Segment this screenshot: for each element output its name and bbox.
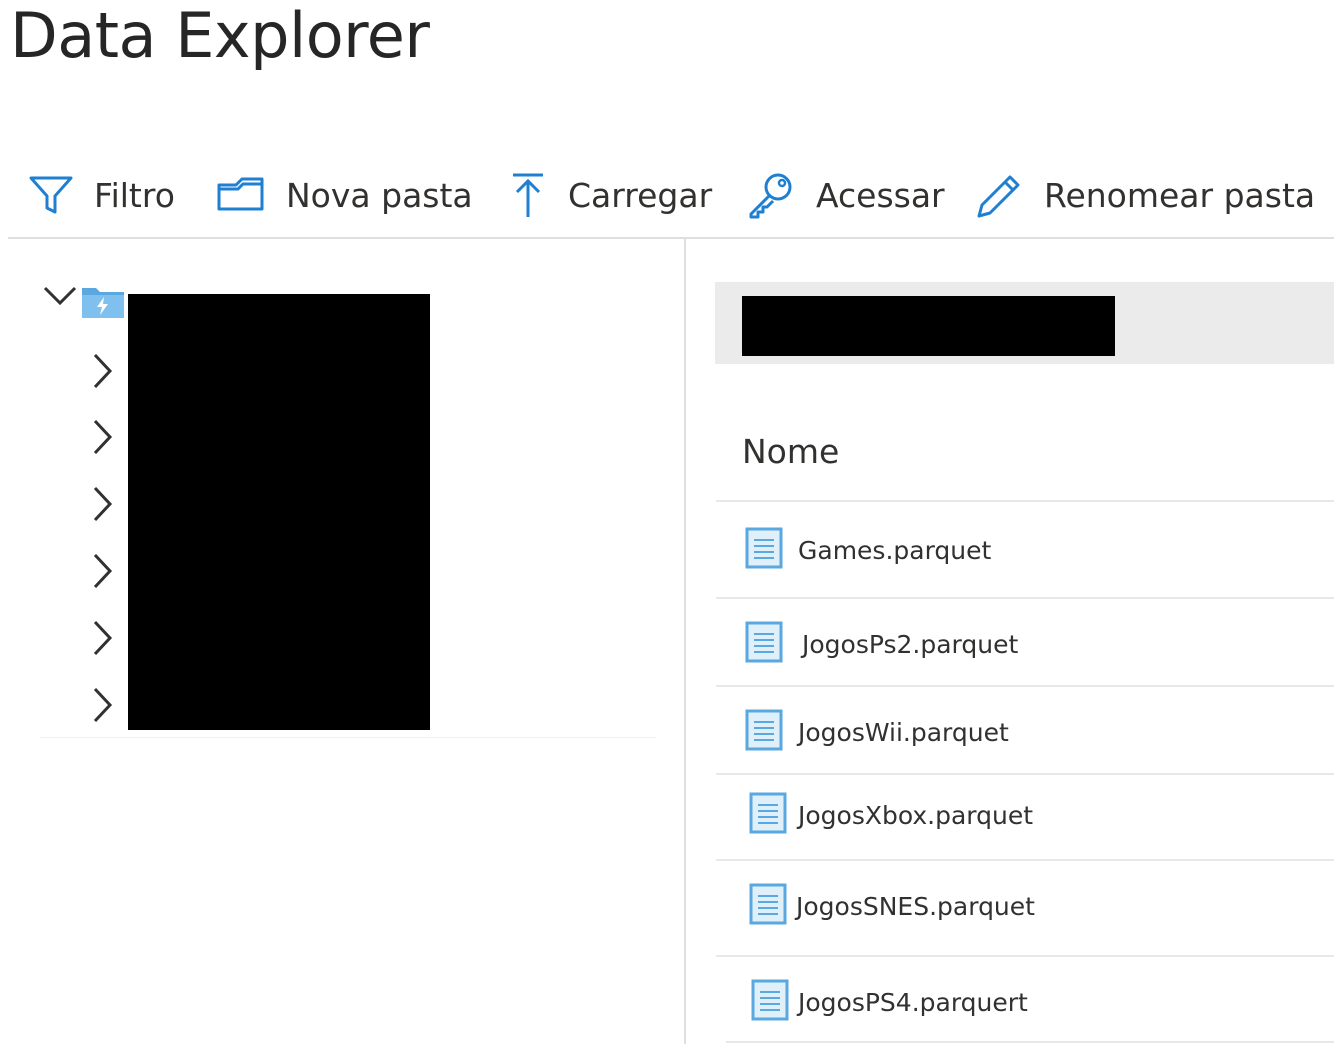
column-header-name[interactable]: Nome xyxy=(742,432,839,471)
file-icon xyxy=(748,791,788,839)
chevron-down-icon[interactable] xyxy=(42,282,78,316)
new-folder-icon xyxy=(216,175,266,215)
storage-folder-icon xyxy=(80,284,126,324)
file-name: JogosPS4.parquert xyxy=(798,987,1028,1017)
file-icon xyxy=(748,882,788,930)
key-icon xyxy=(746,171,796,219)
list-item[interactable]: JogosPS4.parquert xyxy=(716,957,1334,1047)
list-item[interactable]: JogosWii.parquet xyxy=(716,687,1334,777)
chevron-right-icon[interactable] xyxy=(90,485,116,527)
chevron-right-icon[interactable] xyxy=(90,552,116,594)
upload-icon xyxy=(508,171,548,219)
chevron-right-icon[interactable] xyxy=(90,418,116,460)
pencil-icon xyxy=(974,171,1024,219)
header-divider xyxy=(716,500,1334,502)
access-button-label: Acessar xyxy=(816,175,945,215)
chevron-right-icon[interactable] xyxy=(90,686,116,728)
filter-icon xyxy=(28,173,74,217)
upload-button[interactable]: Carregar xyxy=(508,160,712,230)
file-name: JogosPs2.parquet xyxy=(802,629,1019,659)
page-title: Data Explorer xyxy=(10,0,430,72)
command-toolbar: Filtro Nova pasta Carregar Acessar Renom… xyxy=(0,160,1334,230)
file-name: JogosWii.parquet xyxy=(798,717,1009,747)
list-item[interactable]: JogosXbox.parquet xyxy=(716,770,1334,860)
upload-button-label: Carregar xyxy=(568,175,713,215)
new-folder-button[interactable]: Nova pasta xyxy=(216,160,473,230)
list-item[interactable]: Games.parquet xyxy=(716,505,1334,595)
pane-splitter[interactable] xyxy=(684,239,686,1044)
file-icon xyxy=(744,708,784,756)
file-icon xyxy=(750,978,790,1026)
new-folder-button-label: Nova pasta xyxy=(286,175,473,215)
file-name: JogosXbox.parquet xyxy=(798,800,1034,830)
rename-folder-button[interactable]: Renomear pasta xyxy=(974,160,1315,230)
tree-divider xyxy=(40,737,656,738)
rename-folder-button-label: Renomear pasta xyxy=(1044,175,1316,215)
chevron-right-icon[interactable] xyxy=(90,619,116,661)
list-item[interactable]: JogosSNES.parquet xyxy=(716,861,1334,951)
filter-button-label: Filtro xyxy=(94,175,175,215)
file-name: Games.parquet xyxy=(798,535,992,565)
row-divider xyxy=(726,1041,1334,1043)
redacted-tree-labels xyxy=(128,294,430,730)
access-button[interactable]: Acessar xyxy=(746,160,945,230)
redacted-breadcrumb xyxy=(742,296,1115,356)
chevron-right-icon[interactable] xyxy=(90,352,116,394)
file-icon xyxy=(744,526,784,574)
file-name: JogosSNES.parquet xyxy=(796,891,1035,921)
filter-button[interactable]: Filtro xyxy=(28,160,175,230)
list-item[interactable]: JogosPs2.parquet xyxy=(716,599,1334,689)
file-icon xyxy=(744,620,784,668)
